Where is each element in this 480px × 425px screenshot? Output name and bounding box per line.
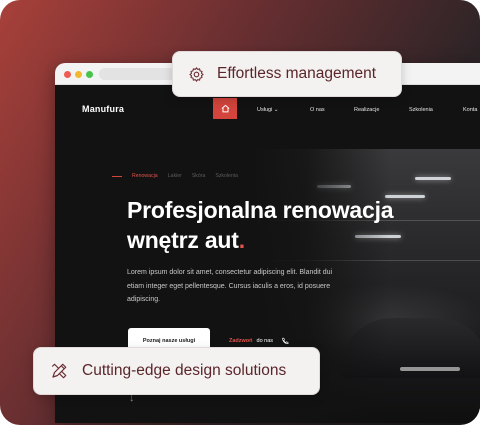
minimize-window-dot[interactable] [75, 71, 82, 78]
showcase-card: Manufura Usługi ⌄ O nas Realizacje Szkol… [0, 0, 480, 425]
badge-design-solutions: Cutting-edge design solutions [33, 347, 320, 395]
maximize-window-dot[interactable] [86, 71, 93, 78]
nav-item-kontakt[interactable]: Konta [463, 107, 477, 113]
hero-title-period: . [238, 227, 245, 253]
crumb-szkolenia[interactable]: Szkolenia [215, 173, 238, 179]
crumb-skora[interactable]: Skóra [192, 173, 206, 179]
phone-icon [282, 337, 289, 345]
call-highlight: Zadzwoń [229, 338, 253, 344]
hero-title-line1: Profesjonalna renowacja [127, 197, 394, 223]
crumb-renowacja[interactable]: Renowacja [132, 173, 158, 179]
call-us-link[interactable]: Zadzwoń do nas [229, 337, 289, 345]
gear-icon [187, 65, 205, 83]
crumb-lakier[interactable]: Lakier [168, 173, 182, 179]
badge-label: Effortless management [217, 65, 377, 82]
home-icon [221, 104, 229, 113]
design-tools-icon [50, 362, 68, 380]
close-window-dot[interactable] [64, 71, 71, 78]
breadcrumb-marker [112, 175, 122, 177]
car-reflection [400, 367, 460, 371]
category-breadcrumbs: Renowacja Lakier Skóra Szkolenia [112, 173, 238, 179]
hero-title: Profesjonalna renowacja wnętrz aut. [127, 195, 477, 255]
nav-item-uslugi[interactable]: Usługi ⌄ [257, 107, 278, 113]
badge-label: Cutting-edge design solutions [82, 362, 287, 379]
nav-item-szkolenia[interactable]: Szkolenia [409, 107, 433, 113]
nav-item-o-nas[interactable]: O nas [310, 107, 325, 113]
nav-item-realizacje[interactable]: Realizacje [354, 107, 379, 113]
hero-description: Lorem ipsum dolor sit amet, consectetur … [127, 269, 333, 303]
chevron-down-icon: ⌄ [273, 107, 279, 113]
ceiling-light [415, 177, 451, 180]
badge-effortless-management: Effortless management [172, 51, 402, 97]
call-rest: do nas [256, 338, 274, 344]
nav-home-button[interactable] [213, 98, 237, 119]
hero-title-line2: wnętrz aut [127, 227, 239, 253]
site-logo[interactable]: Manufura [82, 104, 124, 114]
